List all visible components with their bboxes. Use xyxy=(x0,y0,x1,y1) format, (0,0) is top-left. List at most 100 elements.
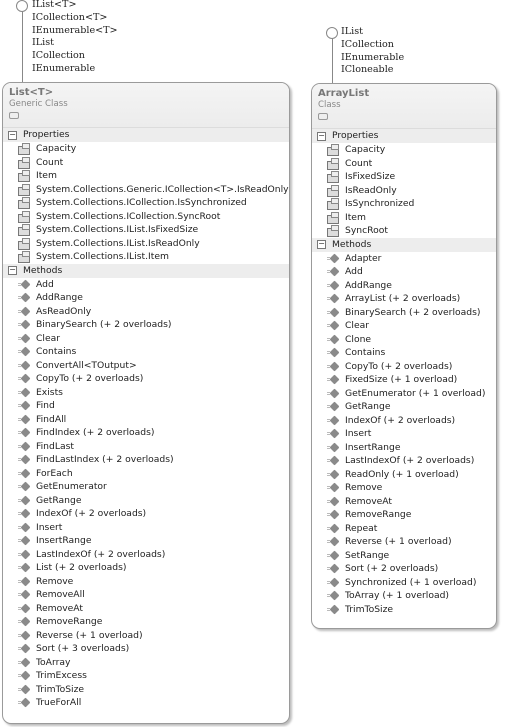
method-item[interactable]: Find xyxy=(3,399,289,413)
class-header[interactable]: ArrayList Class xyxy=(312,84,496,129)
expand-collapse-icon[interactable] xyxy=(318,113,328,120)
method-item[interactable]: ToArray xyxy=(3,656,289,670)
property-item[interactable]: System.Collections.IList.IsReadOnly xyxy=(3,237,289,251)
method-item[interactable]: RemoveAt xyxy=(312,495,496,509)
method-item[interactable]: RemoveRange xyxy=(3,615,289,629)
method-item[interactable]: AddRange xyxy=(3,291,289,305)
method-item[interactable]: Insert xyxy=(312,427,496,441)
method-item[interactable]: Adapter xyxy=(312,252,496,266)
property-icon xyxy=(326,225,339,238)
method-item[interactable]: SetRange xyxy=(312,549,496,563)
method-item[interactable]: Remove xyxy=(312,481,496,495)
property-item[interactable]: Item xyxy=(3,169,289,183)
method-item[interactable]: Reverse (+ 1 overload) xyxy=(3,629,289,643)
method-item[interactable]: GetEnumerator (+ 1 overload) xyxy=(312,387,496,401)
class-box-list-t[interactable]: List<T> Generic Class − Properties Capac… xyxy=(2,82,290,724)
method-item[interactable]: Clear xyxy=(3,332,289,346)
property-item[interactable]: Count xyxy=(3,156,289,170)
method-item[interactable]: Reverse (+ 1 overload) xyxy=(312,535,496,549)
method-item[interactable]: List (+ 2 overloads) xyxy=(3,561,289,575)
property-item[interactable]: IsFixedSize xyxy=(312,170,496,184)
method-item[interactable]: ConvertAll<TOutput> xyxy=(3,359,289,373)
method-item[interactable]: LastIndexOf (+ 2 overloads) xyxy=(3,548,289,562)
method-item[interactable]: GetEnumerator xyxy=(3,480,289,494)
method-item[interactable]: AsReadOnly xyxy=(3,305,289,319)
method-item[interactable]: Clear xyxy=(312,319,496,333)
properties-section-header[interactable]: − Properties xyxy=(312,129,496,143)
method-item[interactable]: CopyTo (+ 2 overloads) xyxy=(3,372,289,386)
method-item[interactable]: ReadOnly (+ 1 overload) xyxy=(312,468,496,482)
method-item[interactable]: AddRange xyxy=(312,279,496,293)
collapse-icon[interactable]: − xyxy=(317,240,326,249)
method-item[interactable]: FindIndex (+ 2 overloads) xyxy=(3,426,289,440)
section-label: Methods xyxy=(23,264,63,276)
method-icon xyxy=(17,697,31,708)
property-item[interactable]: Item xyxy=(312,211,496,225)
method-item[interactable]: Insert xyxy=(3,521,289,535)
method-item[interactable]: Exists xyxy=(3,386,289,400)
properties-section-header[interactable]: − Properties xyxy=(3,128,289,142)
method-item[interactable]: Remove xyxy=(3,575,289,589)
property-item[interactable]: System.Collections.IList.IsFixedSize xyxy=(3,223,289,237)
property-item[interactable]: System.Collections.Generic.ICollection<T… xyxy=(3,183,289,197)
method-item[interactable]: TrueForAll xyxy=(3,696,289,710)
collapse-icon[interactable]: − xyxy=(317,131,326,141)
method-item[interactable]: BinarySearch (+ 2 overloads) xyxy=(3,318,289,332)
method-name: AddRange xyxy=(36,292,83,303)
method-item[interactable]: Add xyxy=(312,265,496,279)
method-item[interactable]: FindLastIndex (+ 2 overloads) xyxy=(3,453,289,467)
property-name: IsReadOnly xyxy=(345,184,397,196)
collapse-icon[interactable]: − xyxy=(8,130,17,140)
method-item[interactable]: Synchronized (+ 1 overload) xyxy=(312,576,496,590)
property-item[interactable]: SyncRoot xyxy=(312,224,496,238)
method-item[interactable]: LastIndexOf (+ 2 overloads) xyxy=(312,454,496,468)
method-item[interactable]: GetRange xyxy=(3,494,289,508)
method-item[interactable]: Sort (+ 3 overloads) xyxy=(3,642,289,656)
method-item[interactable]: Contains xyxy=(312,346,496,360)
property-item[interactable]: System.Collections.IList.Item xyxy=(3,250,289,264)
method-item[interactable]: Clone xyxy=(312,333,496,347)
method-item[interactable]: FindAll xyxy=(3,413,289,427)
method-icon xyxy=(17,643,31,654)
method-item[interactable]: FindLast xyxy=(3,440,289,454)
method-item[interactable]: TrimToSize xyxy=(3,683,289,697)
method-item[interactable]: BinarySearch (+ 2 overloads) xyxy=(312,306,496,320)
expand-collapse-icon[interactable] xyxy=(9,112,19,119)
method-item[interactable]: ToArray (+ 1 overload) xyxy=(312,589,496,603)
method-item[interactable]: ForEach xyxy=(3,467,289,481)
method-item[interactable]: InsertRange xyxy=(312,441,496,455)
property-item[interactable]: Count xyxy=(312,157,496,171)
method-item[interactable]: Contains xyxy=(3,345,289,359)
method-item[interactable]: ArrayList (+ 2 overloads) xyxy=(312,292,496,306)
method-item[interactable]: FixedSize (+ 1 overload) xyxy=(312,373,496,387)
class-box-arraylist[interactable]: ArrayList Class − Properties Capacity Cou… xyxy=(311,83,497,629)
method-item[interactable]: RemoveAll xyxy=(3,588,289,602)
method-icon xyxy=(326,536,340,547)
methods-section-header[interactable]: − Methods xyxy=(3,263,289,278)
method-item[interactable]: Repeat xyxy=(312,522,496,536)
method-item[interactable]: TrimToSize xyxy=(312,603,496,617)
method-item[interactable]: Add xyxy=(3,278,289,292)
methods-section-header[interactable]: − Methods xyxy=(312,237,496,252)
property-item[interactable]: IsSynchronized xyxy=(312,197,496,211)
method-name: IndexOf (+ 2 overloads) xyxy=(36,508,147,519)
method-item[interactable]: GetRange xyxy=(312,400,496,414)
method-item[interactable]: Sort (+ 2 overloads) xyxy=(312,562,496,576)
property-item[interactable]: System.Collections.ICollection.IsSynchro… xyxy=(3,196,289,210)
property-item[interactable]: IsReadOnly xyxy=(312,184,496,198)
property-item[interactable]: System.Collections.ICollection.SyncRoot xyxy=(3,210,289,224)
method-item[interactable]: InsertRange xyxy=(3,534,289,548)
property-icon xyxy=(326,198,339,211)
method-item[interactable]: IndexOf (+ 2 overloads) xyxy=(312,414,496,428)
class-header[interactable]: List<T> Generic Class xyxy=(3,83,289,128)
section-label: Methods xyxy=(332,238,372,250)
collapse-icon[interactable]: − xyxy=(8,266,17,275)
property-item[interactable]: Capacity xyxy=(3,142,289,156)
method-item[interactable]: RemoveAt xyxy=(3,602,289,616)
method-item[interactable]: IndexOf (+ 2 overloads) xyxy=(3,507,289,521)
property-item[interactable]: Capacity xyxy=(312,143,496,157)
method-item[interactable]: TrimExcess xyxy=(3,669,289,683)
method-item[interactable]: CopyTo (+ 2 overloads) xyxy=(312,360,496,374)
method-item[interactable]: RemoveRange xyxy=(312,508,496,522)
property-name: SyncRoot xyxy=(345,225,388,236)
